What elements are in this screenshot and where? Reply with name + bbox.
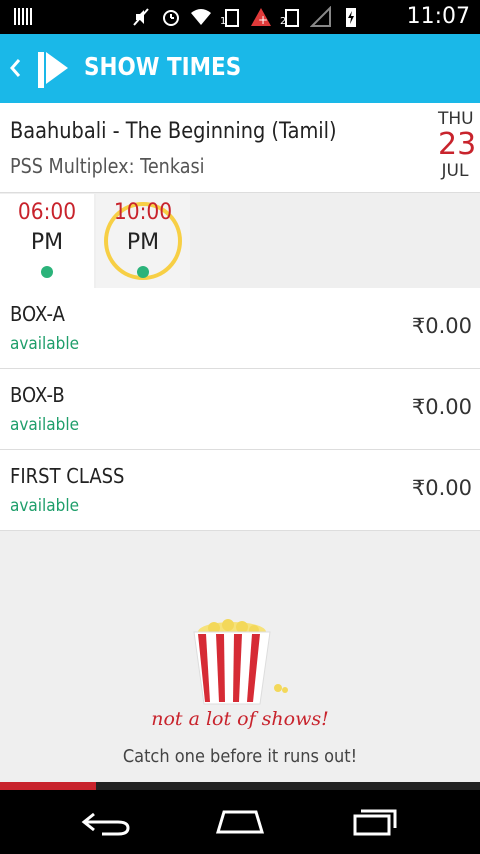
svg-text:1: 1 <box>220 16 226 27</box>
wifi-icon <box>191 9 211 25</box>
date-month: JUL <box>441 160 469 181</box>
popcorn-icon <box>193 619 288 705</box>
svg-text:2: 2 <box>280 16 286 27</box>
seat-class-name: FIRST CLASS <box>10 464 125 488</box>
nav-recents-icon[interactable] <box>345 806 405 838</box>
showtime-ampm: PM <box>30 230 64 255</box>
alarm-icon <box>163 10 179 26</box>
seat-class-row[interactable]: BOX-B available ₹0.00 <box>0 369 480 450</box>
showtime-slot[interactable]: 06:00 PM <box>0 194 94 288</box>
date-day: 23 <box>438 127 477 162</box>
showtime-time: 10:00 <box>113 200 173 225</box>
svg-text:+: + <box>258 13 268 27</box>
signal-icon <box>310 6 331 27</box>
system-nav-bar <box>0 790 480 854</box>
seat-class-row[interactable]: BOX-A available ₹0.00 <box>0 288 480 369</box>
sim2-icon: 2 <box>280 9 299 27</box>
app-bar: SHOW TIMES <box>0 34 480 103</box>
nav-home-icon[interactable] <box>210 806 270 838</box>
seat-class-name: BOX-A <box>10 302 65 326</box>
seat-class-price: ₹0.00 <box>411 476 472 500</box>
showtime-time: 06:00 <box>17 200 77 225</box>
seat-class-price: ₹0.00 <box>411 395 472 419</box>
movie-title: Baahubali - The Beginning (Tamil) <box>10 119 337 144</box>
seat-class-name: BOX-B <box>10 383 65 407</box>
status-bar: 1 + 2 11:07 <box>0 0 480 34</box>
showtimes-row: 06:00 PM 10:00 PM <box>0 194 480 288</box>
venue-name: PSS Multiplex: Tenkasi <box>10 154 205 178</box>
sim1-icon: 1 <box>220 9 239 27</box>
availability-dot <box>41 266 53 278</box>
seat-class-row[interactable]: FIRST CLASS available ₹0.00 <box>0 450 480 531</box>
seat-class-status: available <box>10 334 80 354</box>
showtime-ampm: PM <box>126 230 160 255</box>
alert-icon: + <box>251 8 271 27</box>
seat-class-status: available <box>10 496 80 516</box>
seat-class-list: BOX-A available ₹0.00 BOX-B available ₹0… <box>0 288 480 531</box>
notification-icon <box>14 8 32 25</box>
battery-icon <box>346 8 356 27</box>
nav-back-icon[interactable] <box>76 806 136 838</box>
empty-state-subtitle: Catch one before it runs out! <box>122 746 358 767</box>
showtime-slot-selected[interactable]: 10:00 PM <box>96 194 190 288</box>
availability-dot <box>137 266 149 278</box>
clock: 11:07 <box>406 4 470 29</box>
back-chevron-icon[interactable] <box>8 54 22 82</box>
seat-class-status: available <box>10 415 80 435</box>
seat-class-price: ₹0.00 <box>411 314 472 338</box>
progress-fill <box>0 782 96 790</box>
page-title: SHOW TIMES <box>84 52 242 81</box>
date-badge: THU 23 JUL <box>438 109 477 181</box>
mute-icon <box>133 8 149 26</box>
date-day-of-week: THU <box>438 109 474 129</box>
app-logo-icon[interactable] <box>36 48 70 90</box>
progress-bar <box>0 782 480 790</box>
empty-state-title: not a lot of shows! <box>151 708 329 730</box>
movie-header: Baahubali - The Beginning (Tamil) PSS Mu… <box>0 103 480 193</box>
